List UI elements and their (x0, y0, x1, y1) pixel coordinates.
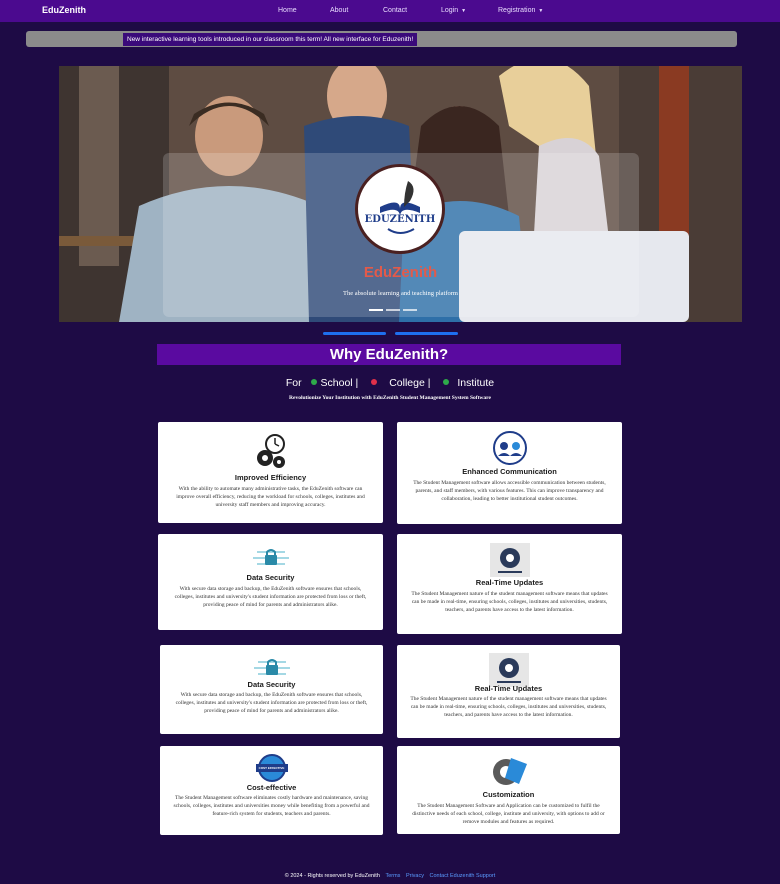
announcement-bar: New interactive learning tools introduce… (26, 31, 737, 47)
institution-school: School | (320, 377, 359, 389)
nav-registration-dropdown[interactable]: Registration ▼ (498, 7, 543, 14)
card-description: The Student Management software allows a… (413, 480, 606, 502)
chevron-down-icon: ▼ (461, 8, 467, 14)
carousel-indicator-1[interactable] (369, 309, 383, 311)
card-title: Data Security (247, 680, 296, 689)
red-bullet-icon (371, 379, 378, 385)
announcement-text: New interactive learning tools introduce… (123, 33, 418, 46)
card-description: With secure data storage and backup, the… (175, 692, 368, 714)
card-title: Real-Time Updates (475, 578, 544, 587)
footer: © 2024 - Rights reserved by EduZenith Te… (0, 873, 780, 879)
feature-card-customization: Customization The Student Management Sof… (397, 746, 620, 834)
cost-effective-badge-icon: COST EFFECTIVE (255, 754, 288, 782)
feature-card-cost-effective: COST EFFECTIVE Cost-effective The Studen… (160, 746, 383, 835)
navbar: EduZenith Home About Contact Login ▼ Regi… (0, 0, 780, 22)
section-tab-2[interactable] (395, 332, 458, 335)
lock-circuit-icon (253, 659, 290, 675)
card-title: Enhanced Communication (462, 467, 557, 476)
eduzenith-logo: EDUZENITH (355, 164, 445, 254)
footer-link-privacy[interactable]: Privacy (406, 873, 424, 879)
card-title: Real-Time Updates (474, 684, 543, 693)
feature-card-data-security: Data Security With secure data storage a… (158, 534, 383, 630)
gears-clock-icon (256, 434, 285, 468)
card-description: The Student Management nature of the stu… (410, 696, 607, 718)
update-gear-icon (488, 653, 529, 687)
feature-card-data-security-2: Data Security With secure data storage a… (160, 645, 383, 734)
logo-text: EDUZENITH (364, 214, 436, 225)
carousel-indicator-3[interactable] (403, 309, 417, 311)
customization-gear-icon (492, 758, 527, 785)
footer-link-terms[interactable]: Terms (385, 873, 400, 879)
nav-registration-label: Registration (498, 7, 536, 14)
update-gear-icon (489, 543, 530, 577)
green-bullet-icon (310, 379, 317, 385)
footer-copyright: © 2024 - Rights reserved by EduZenith (284, 873, 380, 879)
card-title: Cost-effective (246, 783, 297, 792)
institution-college: College | (389, 377, 431, 389)
institution-types: For School | College | Institute (0, 377, 780, 389)
card-description: The Student Management Software and Appl… (412, 803, 605, 825)
card-description: The Student Management nature of the stu… (411, 591, 608, 613)
feature-card-real-time-updates-2: Real-Time Updates The Student Management… (397, 645, 620, 738)
quill-book-icon (380, 181, 420, 234)
lock-circuit-icon (252, 549, 289, 565)
communication-icon (492, 431, 527, 465)
tagline: Revolutionize Your Institution with EduZ… (289, 395, 491, 401)
card-description: The Student Management software eliminat… (173, 795, 370, 817)
brand-logo[interactable]: EduZenith (42, 5, 86, 15)
nav-login-label: Login (441, 7, 459, 14)
card-description: With the ability to automate many admini… (176, 486, 365, 508)
nav-contact[interactable]: Contact (383, 7, 407, 14)
feature-card-efficiency: Improved Efficiency With the ability to … (158, 422, 383, 523)
card-description: With secure data storage and backup, the… (174, 586, 367, 608)
hero-carousel[interactable]: EDUZENITH EduZenith The absolute learnin… (59, 66, 742, 322)
feature-card-communication: Enhanced Communication The Student Manag… (397, 422, 622, 524)
badge-text: COST EFFECTIVE (258, 766, 285, 770)
nav-home[interactable]: Home (278, 7, 297, 14)
card-title: Data Security (246, 573, 295, 582)
section-tab-1[interactable] (323, 332, 386, 335)
card-title: Customization (482, 790, 535, 799)
hero-title: EduZenith (363, 264, 438, 281)
feature-card-real-time-updates: Real-Time Updates The Student Management… (397, 534, 622, 634)
why-banner: Why EduZenith? (157, 344, 621, 365)
institution-institute: Institute (457, 377, 495, 389)
nav-about[interactable]: About (330, 7, 348, 14)
card-title: Improved Efficiency (234, 473, 307, 482)
for-label: For (285, 377, 302, 389)
footer-link-support[interactable]: Contact Eduzenith Support (430, 873, 496, 879)
hero-subtitle: The absolute learning and teaching platf… (343, 290, 458, 297)
chevron-down-icon: ▼ (538, 8, 544, 14)
green-bullet-icon (443, 379, 450, 385)
nav-login-dropdown[interactable]: Login ▼ (441, 7, 466, 14)
carousel-indicator-2[interactable] (386, 309, 400, 311)
